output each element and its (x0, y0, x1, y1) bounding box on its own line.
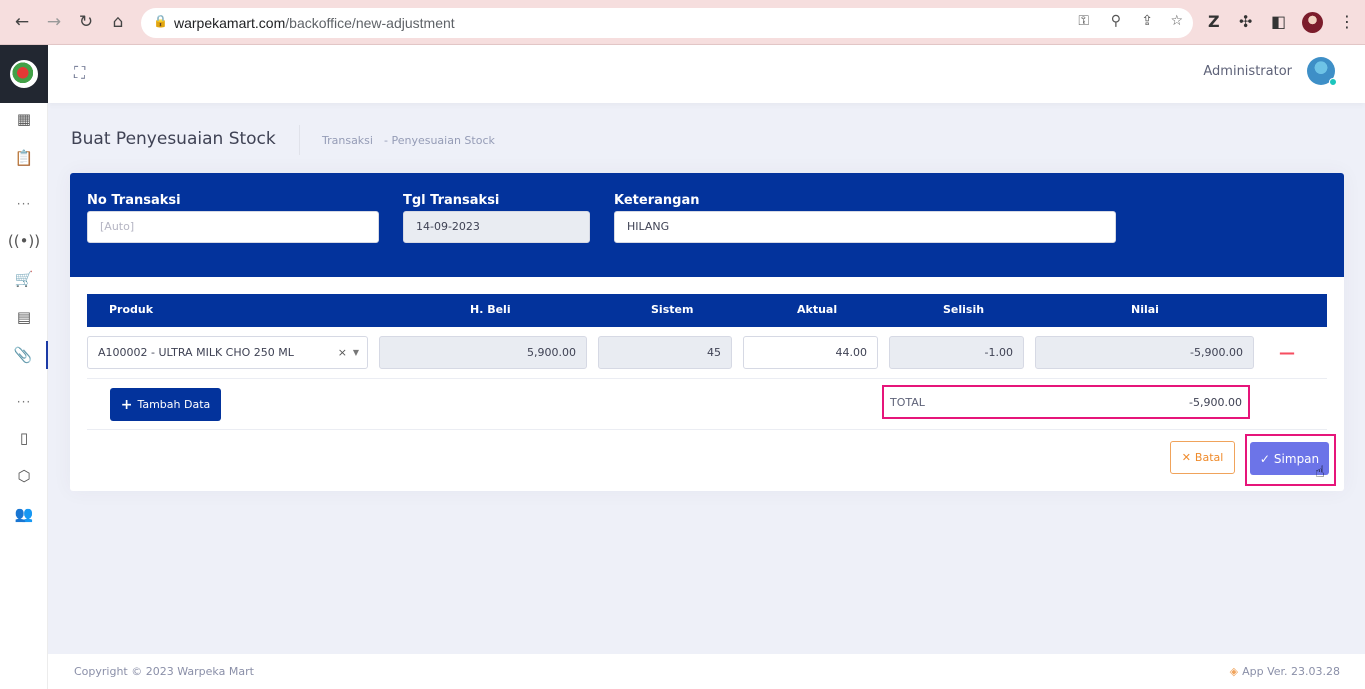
lock-icon: 🔒 (153, 14, 168, 28)
no-transaksi-input[interactable]: [Auto] (87, 211, 379, 243)
user-name[interactable]: Administrator (1203, 64, 1292, 79)
forward-icon[interactable]: → (44, 12, 64, 32)
h-beli-field: 5,900.00 (379, 336, 587, 369)
save-label: Simpan (1273, 451, 1320, 466)
selisih-field: -1.00 (889, 336, 1024, 369)
page-title: Buat Penyesuaian Stock (71, 129, 276, 149)
row-divider (87, 429, 1327, 430)
column-nilai: Nilai (1131, 303, 1159, 316)
calculator-icon[interactable]: ▤ (0, 303, 48, 331)
cart-icon[interactable]: 🛒 (0, 265, 48, 293)
total-summary: TOTAL -5,900.00 (882, 385, 1250, 419)
cancel-button[interactable]: ✕ Batal (1170, 441, 1235, 474)
keterangan-input[interactable]: HILANG (614, 211, 1116, 243)
adjustment-form-card: No Transaksi [Auto] Tgl Transaksi 14-09-… (70, 173, 1344, 491)
tgl-transaksi-input[interactable]: 14-09-2023 (403, 211, 590, 243)
dashboard-icon[interactable]: ▦ (0, 105, 48, 133)
cancel-label: Batal (1194, 451, 1224, 464)
keterangan-label: Keterangan (614, 193, 700, 208)
column-produk: Produk (109, 303, 154, 316)
puzzle-extensions-icon[interactable]: ✣ (1239, 12, 1252, 31)
breadcrumb-penyesuaian-stock[interactable]: - Penyesuaian Stock (384, 134, 495, 147)
back-icon[interactable]: ← (12, 12, 32, 32)
app-header: ⛶ Administrator (48, 45, 1365, 103)
sistem-field: 45 (598, 336, 732, 369)
column-selisih: Selisih (943, 303, 985, 316)
paperclip-icon[interactable]: 📎 (0, 341, 48, 369)
produk-select[interactable]: A100002 - ULTRA MILK CHO 250 ML × ▼ (87, 336, 368, 369)
hand-cursor-icon: ☝ (1315, 462, 1325, 481)
broadcast-icon[interactable]: ((•)) (0, 227, 48, 255)
footer: Copyright © 2023 Warpeka Mart ◈ App Ver. … (48, 654, 1365, 689)
table-header: Produk H. Beli Sistem Aktual Selisih Nil… (87, 294, 1327, 327)
check-icon: ✓ (1259, 451, 1270, 466)
plus-icon: + (120, 396, 133, 413)
brand-logo[interactable] (0, 45, 48, 103)
side-panel-icon[interactable]: ◧ (1271, 12, 1286, 31)
zoom-icon[interactable]: ⚲ (1111, 13, 1121, 29)
no-transaksi-label: No Transaksi (87, 193, 181, 208)
box-icon[interactable]: ⬡ (0, 462, 48, 490)
layers-icon: ◈ (1229, 665, 1239, 678)
url-text[interactable]: warpekamart.com/backoffice/new-adjustmen… (174, 15, 455, 31)
logo-mark (10, 60, 38, 88)
add-row-button[interactable]: + Tambah Data (110, 388, 221, 421)
tgl-transaksi-label: Tgl Transaksi (403, 193, 500, 208)
online-status-dot (1329, 78, 1337, 86)
add-row-label: Tambah Data (137, 398, 211, 411)
app-version: ◈ App Ver. 23.03.28 (1230, 665, 1340, 678)
section-dots: ··· (16, 395, 32, 409)
share-icon[interactable]: ⇪ (1141, 13, 1153, 29)
address-bar[interactable]: 🔒 warpekamart.com/backoffice/new-adjustm… (141, 8, 1193, 38)
browser-toolbar: ← → ↻ ⌂ 🔒 warpekamart.com/backoffice/new… (0, 0, 1365, 45)
form-header: No Transaksi [Auto] Tgl Transaksi 14-09-… (70, 173, 1344, 277)
breadcrumb-transaksi[interactable]: Transaksi (322, 134, 373, 147)
chevron-down-icon[interactable]: ▼ (353, 337, 359, 368)
produk-selected-value: A100002 - ULTRA MILK CHO 250 ML (98, 346, 294, 359)
aktual-input[interactable]: 44.00 (743, 336, 878, 369)
column-h-beli: H. Beli (470, 303, 511, 316)
fullscreen-icon[interactable]: ⛶ (74, 63, 85, 83)
row-divider (87, 378, 1327, 379)
title-divider (299, 125, 300, 155)
notebook-icon[interactable]: ▯ (0, 424, 48, 452)
total-value: -5,900.00 (1189, 396, 1242, 409)
remove-row-icon[interactable]: — (1279, 343, 1295, 362)
section-dots: ··· (16, 197, 32, 211)
nilai-field: -5,900.00 (1035, 336, 1254, 369)
close-icon: ✕ (1181, 451, 1191, 464)
save-highlight: ✓ Simpan ☝ (1245, 434, 1336, 486)
browser-menu-icon[interactable]: ⋮ (1339, 12, 1355, 31)
version-text: App Ver. 23.03.28 (1242, 665, 1340, 678)
column-sistem: Sistem (651, 303, 694, 316)
total-label: TOTAL (890, 396, 925, 409)
column-aktual: Aktual (797, 303, 838, 316)
clipboard-icon[interactable]: 📋 (0, 144, 48, 172)
browser-profile-avatar[interactable] (1302, 12, 1323, 33)
bookmark-star-icon[interactable]: ☆ (1170, 13, 1183, 29)
home-icon[interactable]: ⌂ (108, 12, 128, 32)
copyright-text: Copyright © 2023 Warpeka Mart (74, 665, 254, 678)
z-extension-icon[interactable]: Z (1208, 12, 1220, 31)
clear-selection-icon[interactable]: × (338, 337, 347, 368)
users-icon[interactable]: 👥 (0, 500, 48, 528)
reload-icon[interactable]: ↻ (76, 12, 96, 32)
sidebar: ▦ 📋 ··· ((•)) 🛒 ▤ 📎 ··· ▯ ⬡ 👥 (0, 45, 48, 689)
key-icon[interactable]: ⚿ (1078, 13, 1089, 29)
